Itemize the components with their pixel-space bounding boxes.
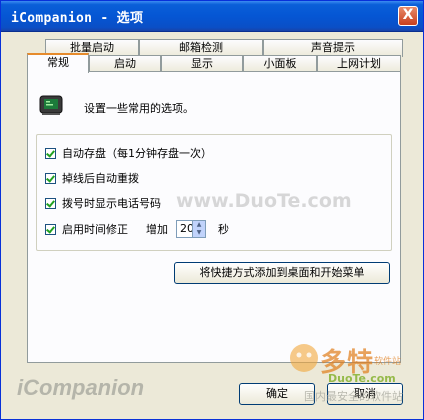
show-number-label: 拨号时显示电话号码	[62, 197, 161, 210]
terminal-monitor-icon	[39, 95, 63, 115]
seconds-unit-label: 秒	[218, 223, 229, 236]
seconds-spinbox[interactable]: 20 ▲ ▼	[176, 220, 206, 238]
cancel-button[interactable]: 取消	[327, 383, 403, 405]
ok-button[interactable]: 确定	[239, 383, 315, 405]
options-group: 自动存盘（每1分钟存盘一次） 掉线后自动重拨 拨号时显示电话号码 启用时间修正 …	[36, 134, 392, 251]
auto-save-checkbox[interactable]	[45, 147, 56, 159]
option-auto-redial[interactable]: 掉线后自动重拨	[45, 170, 139, 186]
auto-redial-checkbox[interactable]	[45, 172, 56, 184]
increase-label: 增加	[146, 223, 168, 236]
title-bar[interactable]: iCompanion - 选项 X	[1, 1, 423, 32]
brand-label: iCompanion	[17, 375, 145, 400]
add-shortcut-button[interactable]: 将快捷方式添加到桌面和开始菜单	[174, 262, 390, 284]
window-title: iCompanion - 选项	[11, 11, 144, 26]
general-tab-panel: 设置一些常用的选项。 自动存盘（每1分钟存盘一次） 掉线后自动重拨 拨号时显示电…	[27, 71, 401, 363]
option-show-number[interactable]: 拨号时显示电话号码	[45, 195, 161, 211]
auto-save-label: 自动存盘（每1分钟存盘一次）	[62, 147, 212, 160]
close-button[interactable]: X	[398, 6, 418, 26]
intro-text: 设置一些常用的选项。	[84, 102, 194, 115]
tab-general[interactable]: 常规	[27, 53, 89, 73]
option-auto-save[interactable]: 自动存盘（每1分钟存盘一次）	[45, 145, 212, 161]
time-correction-checkbox[interactable]	[45, 223, 56, 235]
spin-arrows-icon[interactable]: ▲ ▼	[192, 221, 205, 237]
options-dialog: iCompanion - 选项 X 批量启动 邮箱检测 声音提示 常规 启动 显…	[0, 0, 424, 420]
option-time-correction[interactable]: 启用时间修正 增加 20 ▲ ▼ 秒	[45, 219, 229, 239]
show-number-checkbox[interactable]	[45, 197, 56, 209]
auto-redial-label: 掉线后自动重拨	[62, 172, 139, 185]
time-correction-label: 启用时间修正	[62, 223, 128, 236]
close-icon: X	[402, 7, 414, 23]
